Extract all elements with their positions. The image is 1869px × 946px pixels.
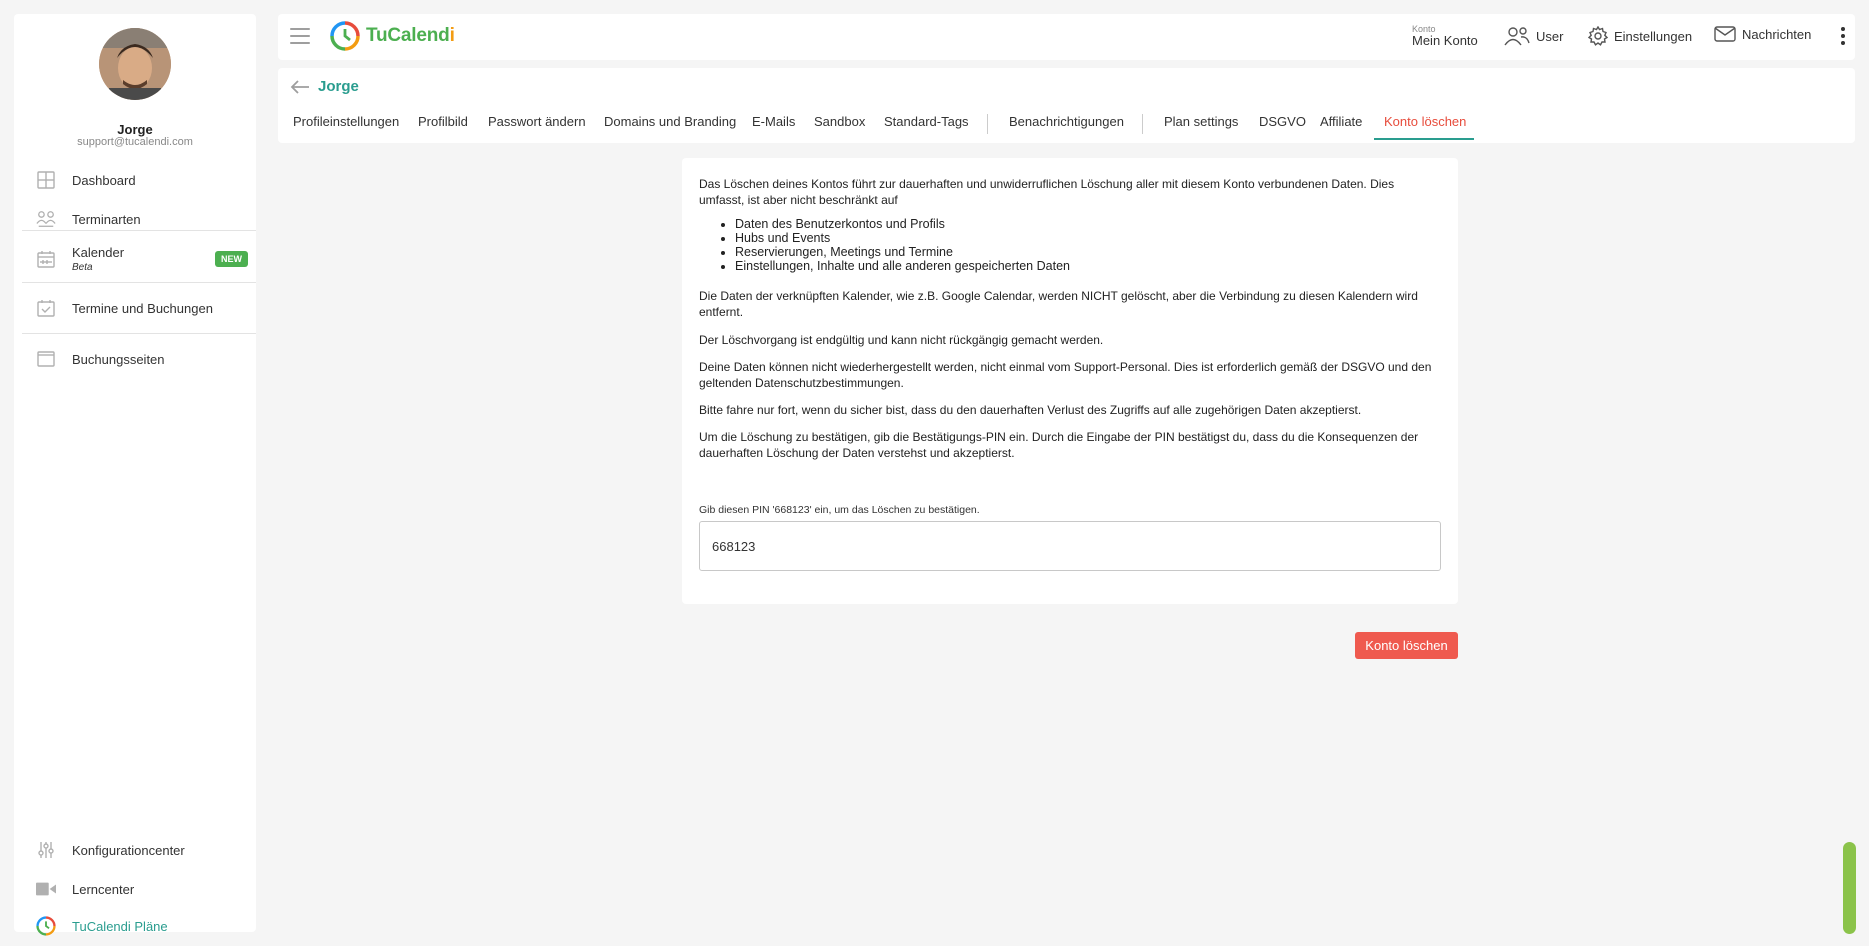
divider [22, 230, 256, 231]
sidebar-item-label: TuCalendi Pläne [72, 918, 168, 934]
tab-affiliate[interactable]: Affiliate [1320, 114, 1362, 129]
tab-sandbox[interactable]: Sandbox [814, 114, 865, 129]
active-tab-indicator [1374, 138, 1474, 140]
tab-domains-und-branding[interactable]: Domains und Branding [604, 114, 736, 129]
sidebar-item-terminarten[interactable]: Terminarten [14, 201, 256, 237]
tab-profilbild[interactable]: Profilbild [418, 114, 468, 129]
tab-standard-tags[interactable]: Standard-Tags [884, 114, 969, 129]
tab-passwort-aendern[interactable]: Passwort ändern [488, 114, 586, 129]
gdpr-note: Deine Daten können nicht wiederhergestel… [699, 360, 1432, 390]
sidebar-item-label: Dashboard [72, 172, 136, 188]
calendar-check-icon [36, 298, 56, 318]
tucalendi-logo-icon [36, 916, 56, 936]
video-icon [36, 879, 56, 899]
list-item: Hubs und Events [735, 231, 1439, 245]
tab-dsgvo[interactable]: DSGVO [1259, 114, 1306, 129]
irreversible-note: Der Löschvorgang ist endgültig und kann … [699, 333, 1104, 347]
sidebar-item-tucalendi-plaene[interactable]: TuCalendi Pläne [14, 908, 256, 944]
tucalendi-logo-icon [330, 21, 360, 51]
data-list: Daten des Benutzerkontos und Profils Hub… [699, 217, 1439, 273]
hamburger-menu-icon[interactable] [290, 28, 310, 44]
confirm-instructions: Um die Löschung zu bestätigen, gib die B… [699, 430, 1419, 460]
back-arrow-icon[interactable] [290, 79, 310, 95]
list-item: Daten des Benutzerkontos und Profils [735, 217, 1439, 231]
tab-konto-loeschen[interactable]: Konto löschen [1384, 114, 1466, 129]
logo[interactable]: TuCalendi [330, 21, 455, 51]
settings-tabs-panel: Jorge Profileinstellungen Profilbild Pas… [278, 68, 1855, 143]
sidebar: Jorge support@tucalendi.com Dashboard Te… [14, 14, 256, 936]
gear-icon [1588, 26, 1608, 46]
envelope-icon [1714, 26, 1736, 42]
page-title: Jorge [318, 78, 359, 95]
people-icon [36, 209, 56, 229]
sidebar-item-lerncenter[interactable]: Lerncenter [14, 871, 256, 907]
sidebar-item-label: Terminarten [72, 211, 141, 227]
user-menu-label: User [1536, 28, 1564, 44]
grid-icon [36, 170, 56, 190]
divider [22, 333, 256, 334]
sidebar-item-label: Lerncenter [72, 881, 135, 897]
logo-text: TuCalendi [366, 25, 455, 46]
scrollbar-thumb[interactable] [1843, 842, 1856, 934]
tab-separator [1142, 114, 1143, 134]
page-header: Jorge [290, 78, 359, 95]
list-item: Einstellungen, Inhalte und alle anderen … [735, 259, 1439, 273]
tab-benachrichtigungen[interactable]: Benachrichtigungen [1009, 114, 1124, 129]
avatar[interactable] [99, 28, 171, 100]
user-email: support@tucalendi.com [77, 136, 193, 148]
settings-label: Einstellungen [1614, 28, 1693, 44]
new-badge: NEW [215, 251, 248, 267]
beta-label: Beta [72, 262, 93, 273]
divider [22, 282, 256, 283]
user-menu[interactable]: User [1504, 26, 1563, 46]
users-icon [1504, 27, 1530, 46]
sidebar-item-kalender[interactable]: Kalender Beta NEW [14, 238, 256, 280]
sidebar-item-dashboard[interactable]: Dashboard [14, 162, 256, 198]
sidebar-item-label: Termine und Buchungen [72, 300, 213, 316]
sidebar-item-termine-und-buchungen[interactable]: Termine und Buchungen [14, 290, 256, 326]
more-options-icon[interactable] [1841, 27, 1845, 48]
sliders-icon [36, 840, 56, 860]
delete-account-button[interactable]: Konto löschen [1355, 632, 1458, 659]
account-menu[interactable]: Konto Mein Konto [1412, 24, 1478, 48]
pin-input[interactable] [699, 521, 1441, 571]
sidebar-item-label: Kalender [72, 245, 125, 260]
sidebar-item-konfigurationcenter[interactable]: Konfigurationcenter [14, 832, 256, 868]
sidebar-item-label: Buchungsseiten [72, 351, 165, 367]
delete-account-card: Das Löschen deines Kontos führt zur daue… [682, 158, 1458, 604]
browser-icon [36, 349, 56, 369]
sidebar-item-buchungsseiten[interactable]: Buchungsseiten [14, 341, 256, 377]
pin-label: Gib diesen PIN '668123' ein, um das Lösc… [699, 504, 980, 516]
calendar-note: Die Daten der verknüpften Kalender, wie … [699, 289, 1418, 319]
tab-separator [987, 114, 988, 134]
tab-profileinstellungen[interactable]: Profileinstellungen [293, 114, 399, 129]
proceed-note: Bitte fahre nur fort, wenn du sicher bis… [699, 403, 1362, 417]
calendar-icon [36, 249, 56, 269]
tab-e-mails[interactable]: E-Mails [752, 114, 795, 129]
list-item: Reservierungen, Meetings und Termine [735, 245, 1439, 259]
messages-menu[interactable]: Nachrichten [1714, 26, 1811, 42]
account-label: Mein Konto [1412, 33, 1478, 48]
tab-plan-settings[interactable]: Plan settings [1164, 114, 1238, 129]
intro-text: Das Löschen deines Kontos führt zur daue… [699, 177, 1395, 207]
top-bar: TuCalendi Konto Mein Konto User Einstell… [278, 14, 1855, 60]
settings-menu[interactable]: Einstellungen [1588, 26, 1692, 46]
sidebar-item-label: Konfigurationcenter [72, 842, 185, 858]
user-name: Jorge [117, 122, 153, 137]
messages-label: Nachrichten [1742, 26, 1812, 42]
